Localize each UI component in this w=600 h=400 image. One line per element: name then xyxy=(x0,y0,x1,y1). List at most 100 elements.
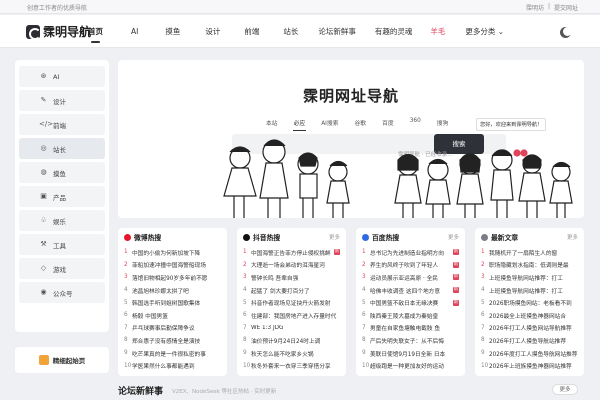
douyin-hot-card: 抖音热搜 更多 1 中国海警正告菲方停止侵权挑衅新 2 大理逝一场会弟动的洱海星河 3 警钟长… xyxy=(237,228,346,376)
card-more-link[interactable]: 更多 xyxy=(448,233,459,241)
nav-item-design[interactable]: 设计 xyxy=(205,15,220,48)
list-item[interactable]: 4 起猛了 剑大要打百分了 xyxy=(237,284,346,297)
card-header: 抖音热搜 更多 xyxy=(237,228,346,246)
list-item[interactable]: 9 2026年度打工人摸鱼导航网站推荐 xyxy=(475,347,584,360)
wechat-icon: ◉ xyxy=(40,288,47,296)
item-title: 抖音作者现场见证抉丹火箭发射 xyxy=(251,301,331,308)
sidebar-item[interactable]: ⊛ AI xyxy=(19,66,105,87)
list-item[interactable]: 10 2026年上班族摸鱼神器网站推荐 xyxy=(475,359,584,372)
nav-item-deals[interactable]: 羊毛 xyxy=(430,15,445,48)
list-item[interactable]: 5 韩国选手听到姐树国歌集体 xyxy=(118,296,227,309)
forum-more-button[interactable]: 更多 xyxy=(552,384,578,395)
item-title: 陕西秦王陵大墓成为秦始皇 xyxy=(370,313,439,320)
list-item[interactable]: 6 杨毅 中国男篮 xyxy=(118,309,227,322)
list-item[interactable]: 2 养生的风终于吹到了年轻人 新 xyxy=(356,259,465,272)
card-header: 百度热搜 更多 xyxy=(356,228,465,246)
list-item[interactable]: 3 落馆旧物相起90岁多年前不愿 xyxy=(118,271,227,284)
list-item[interactable]: 5 2026职场摸鱼网站：老板看不到 xyxy=(475,296,584,309)
sidebar-item[interactable]: ◇ 游戏 xyxy=(19,258,105,279)
list-item[interactable]: 7 2026年打工人摸鱼网站导航推荐 xyxy=(475,322,584,335)
card-header: 最新文章 更多 xyxy=(475,228,584,246)
list-item[interactable]: 7 乒乓球赛事后勤保障争议 xyxy=(118,322,227,335)
list-item[interactable]: 5 中国男篮不敌日本无缘决赛 新 xyxy=(356,296,465,309)
card-header: 微博热搜 xyxy=(118,228,227,246)
list-item[interactable]: 2 职场隐藏划水指南：低调则是最 xyxy=(475,259,584,272)
item-title: 吃芒果真的是一件很私密的事 xyxy=(132,351,206,358)
list-item[interactable]: 9 美联日使馆9月19日全新 日本 xyxy=(356,347,465,360)
list-item[interactable]: 1 总书记为先进制造业指明方向 新 xyxy=(356,246,465,259)
list-item[interactable]: 2 大理逝一场会弟动的洱海星河 xyxy=(237,259,346,272)
nav-item-ai[interactable]: AI xyxy=(131,15,138,48)
list-item[interactable]: 9 秋天怎么能不吃家乡火锅 xyxy=(237,347,346,360)
item-title: 超级跑是一种更加友好的运动 xyxy=(370,364,444,371)
nav-item-more[interactable]: 更多分类 ⌄ xyxy=(465,15,504,48)
rank-number: 10 xyxy=(362,362,370,369)
list-item[interactable]: 4 池昌旭林珍娜太拼了吧 xyxy=(118,284,227,297)
list-item[interactable]: 6 2026最全上班摸鱼神器网站合 xyxy=(475,309,584,322)
rank-number: 4 xyxy=(124,287,128,294)
rank-number: 4 xyxy=(362,287,366,294)
list-item[interactable]: 8 2026年打工人摸鱼导航站推荐 xyxy=(475,334,584,347)
list-item[interactable]: 8 郑合惠子没有感情全是演技 xyxy=(118,334,227,347)
top-link-submit[interactable]: 提交网址 xyxy=(554,3,578,12)
doodle-people-illustration xyxy=(223,139,573,218)
rank-number: 6 xyxy=(362,312,366,319)
list-item[interactable]: 10 秋冬外套来一衣穿三季穿搭分享 xyxy=(237,359,346,372)
nav-item-webmaster[interactable]: 站长 xyxy=(283,15,298,48)
rank-number: 2 xyxy=(481,261,485,268)
list-item[interactable]: 2 菲船加速冲撞中国海警船现场 xyxy=(118,259,227,272)
list-item[interactable]: 4 上班摸鱼导航网站推荐：打工 xyxy=(475,284,584,297)
nav-item-forum[interactable]: 论坛新鲜事 xyxy=(318,15,356,48)
top-links: 霂明坊 | 提交网址 xyxy=(526,3,578,12)
nav-item-home[interactable]: 首页 xyxy=(88,15,103,48)
sidebar-item[interactable]: ▣ 产品 xyxy=(19,186,105,207)
list-item[interactable]: 1 中国的小偷为何新加坡下降 xyxy=(118,246,227,259)
forum-subtitle: V2EX、NodeSeek 等社区热帖 · 实时更新 xyxy=(172,389,277,395)
list-item[interactable]: 3 上班摸鱼导航网站推荐：打工 xyxy=(475,271,584,284)
list-item[interactable]: 3 警钟长鸣 吾辈自强 xyxy=(237,271,346,284)
sidebar-item[interactable]: ⚒ 工具 xyxy=(19,234,105,255)
rank-number: 5 xyxy=(481,299,485,306)
list-item[interactable]: 1 中国海警正告菲方停止侵权挑衅新 xyxy=(237,246,346,259)
rank-number: 7 xyxy=(362,324,366,331)
list-item[interactable]: 1 我随机开了一扇陌生人的窗 xyxy=(475,246,584,259)
nav-item-fun[interactable]: 有趣的灵魂 xyxy=(375,15,413,48)
list-item[interactable]: 10 学医果然什么事都能遇到 xyxy=(118,359,227,372)
list-item[interactable]: 6 陕西秦王陵大墓成为秦始皇 xyxy=(356,309,465,322)
list-item[interactable]: 5 抖音作者现场见证抉丹火箭发射 xyxy=(237,296,346,309)
card-more-link[interactable]: 更多 xyxy=(567,233,578,241)
forum-section-header: 论坛新鲜事 V2EX、NodeSeek 等社区热帖 · 实时更新 更多 xyxy=(118,382,584,400)
sidebar-item[interactable]: </> 前端 xyxy=(19,114,105,135)
sidebar-item[interactable]: ◎ 站长 xyxy=(19,138,105,159)
start-page-promo[interactable]: 精细起始页 xyxy=(15,347,109,373)
item-title: 总书记为先进制造业指明方向 xyxy=(370,250,444,257)
nav-items: 首页 AI 摸鱼 设计 前端 站长 论坛新鲜事 有趣的灵魂 羊毛 更多分类 ⌄ xyxy=(82,15,504,48)
card-title: 最新文章 xyxy=(491,234,519,242)
sidebar-item[interactable]: ♧ 娱乐 xyxy=(19,210,105,231)
list-item[interactable]: 8 产后失明失联女子：从不后悔 xyxy=(356,334,465,347)
sidebar-item[interactable]: ✎ 设计 xyxy=(19,90,105,111)
dark-mode-icon[interactable] xyxy=(563,27,572,36)
top-bar: 创意工作者的优质导航 霂明坊 | 提交网址 xyxy=(0,0,600,14)
card-more-link[interactable]: 更多 xyxy=(329,233,340,241)
main-nav: 霂明导航 首页 AI 摸鱼 设计 前端 站长 论坛新鲜事 有趣的灵魂 羊毛 更多… xyxy=(0,15,600,48)
rank-number: 8 xyxy=(124,337,128,344)
sidebar-item[interactable]: ◉ 公众号 xyxy=(19,282,105,303)
item-title: 大理逝一场会弟动的洱海星河 xyxy=(251,263,325,270)
nav-item-fish[interactable]: 摸鱼 xyxy=(165,15,180,48)
item-title: 郑合惠子没有感情全是演技 xyxy=(132,338,201,345)
list-item[interactable]: 3 运动员展示亚运高原 · 全民 新 xyxy=(356,271,465,284)
list-item[interactable]: 9 吃芒果真的是一件很私密的事 xyxy=(118,347,227,360)
item-title: 哈佛丰收调查 这四个地方意 xyxy=(370,288,441,295)
list-item[interactable]: 7 男童在自家鱼塘触电截肢 鱼 xyxy=(356,322,465,335)
sidebar-item[interactable]: ◍ 摸鱼 xyxy=(19,162,105,183)
list-item[interactable]: 6 住建部：我国房地产进入存量时代 xyxy=(237,309,346,322)
top-link-home[interactable]: 霂明坊 xyxy=(526,3,544,12)
list-item[interactable]: 4 哈佛丰收调查 这四个地方意 新 xyxy=(356,284,465,297)
item-title: 2026年打工人摸鱼导航站推荐 xyxy=(489,338,567,345)
nav-item-frontend[interactable]: 前端 xyxy=(244,15,259,48)
list-item[interactable]: 8 油价预计9月24日24时上调 xyxy=(237,334,346,347)
list-item[interactable]: 10 超级跑是一种更加友好的运动 xyxy=(356,359,465,372)
item-title: 油价预计9月24日24时上调 xyxy=(251,338,321,345)
list-item[interactable]: 7 WE 1:3 JDG xyxy=(237,322,346,335)
